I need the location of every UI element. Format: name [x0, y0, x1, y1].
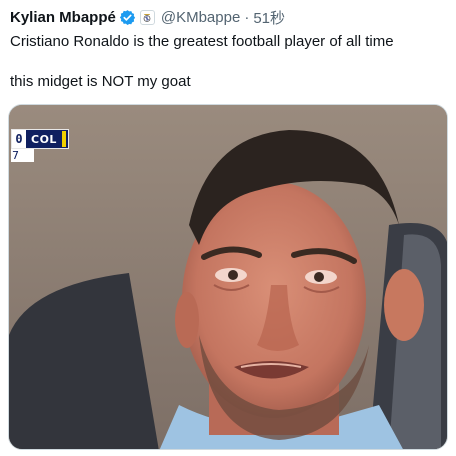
- tweet-media-image[interactable]: 0 COL 7: [8, 104, 448, 450]
- real-madrid-crest-icon[interactable]: [139, 9, 155, 25]
- separator-dot: ·: [244, 8, 250, 26]
- tweet-text-line-1: Cristiano Ronaldo is the greatest footba…: [10, 33, 394, 50]
- tweet-header: Kylian Mbappé @KMbappe · 51秒: [10, 6, 448, 28]
- tweet-text-line-2: this midget is NOT my goat: [10, 73, 191, 90]
- scoreboard-accent-bar: [61, 131, 66, 147]
- scoreboard-clock: 7: [11, 149, 34, 162]
- author-name[interactable]: Kylian Mbappé: [10, 9, 116, 26]
- crying-player-photo: [9, 105, 447, 449]
- tweet-timestamp[interactable]: 51秒: [253, 7, 285, 28]
- scoreboard-team: COL: [31, 132, 57, 146]
- verified-badge-icon: [119, 9, 136, 25]
- scoreboard-overlay: 0 COL: [11, 129, 69, 149]
- author-handle[interactable]: @KMbappe: [161, 9, 240, 26]
- scoreboard-score: 0: [12, 130, 26, 148]
